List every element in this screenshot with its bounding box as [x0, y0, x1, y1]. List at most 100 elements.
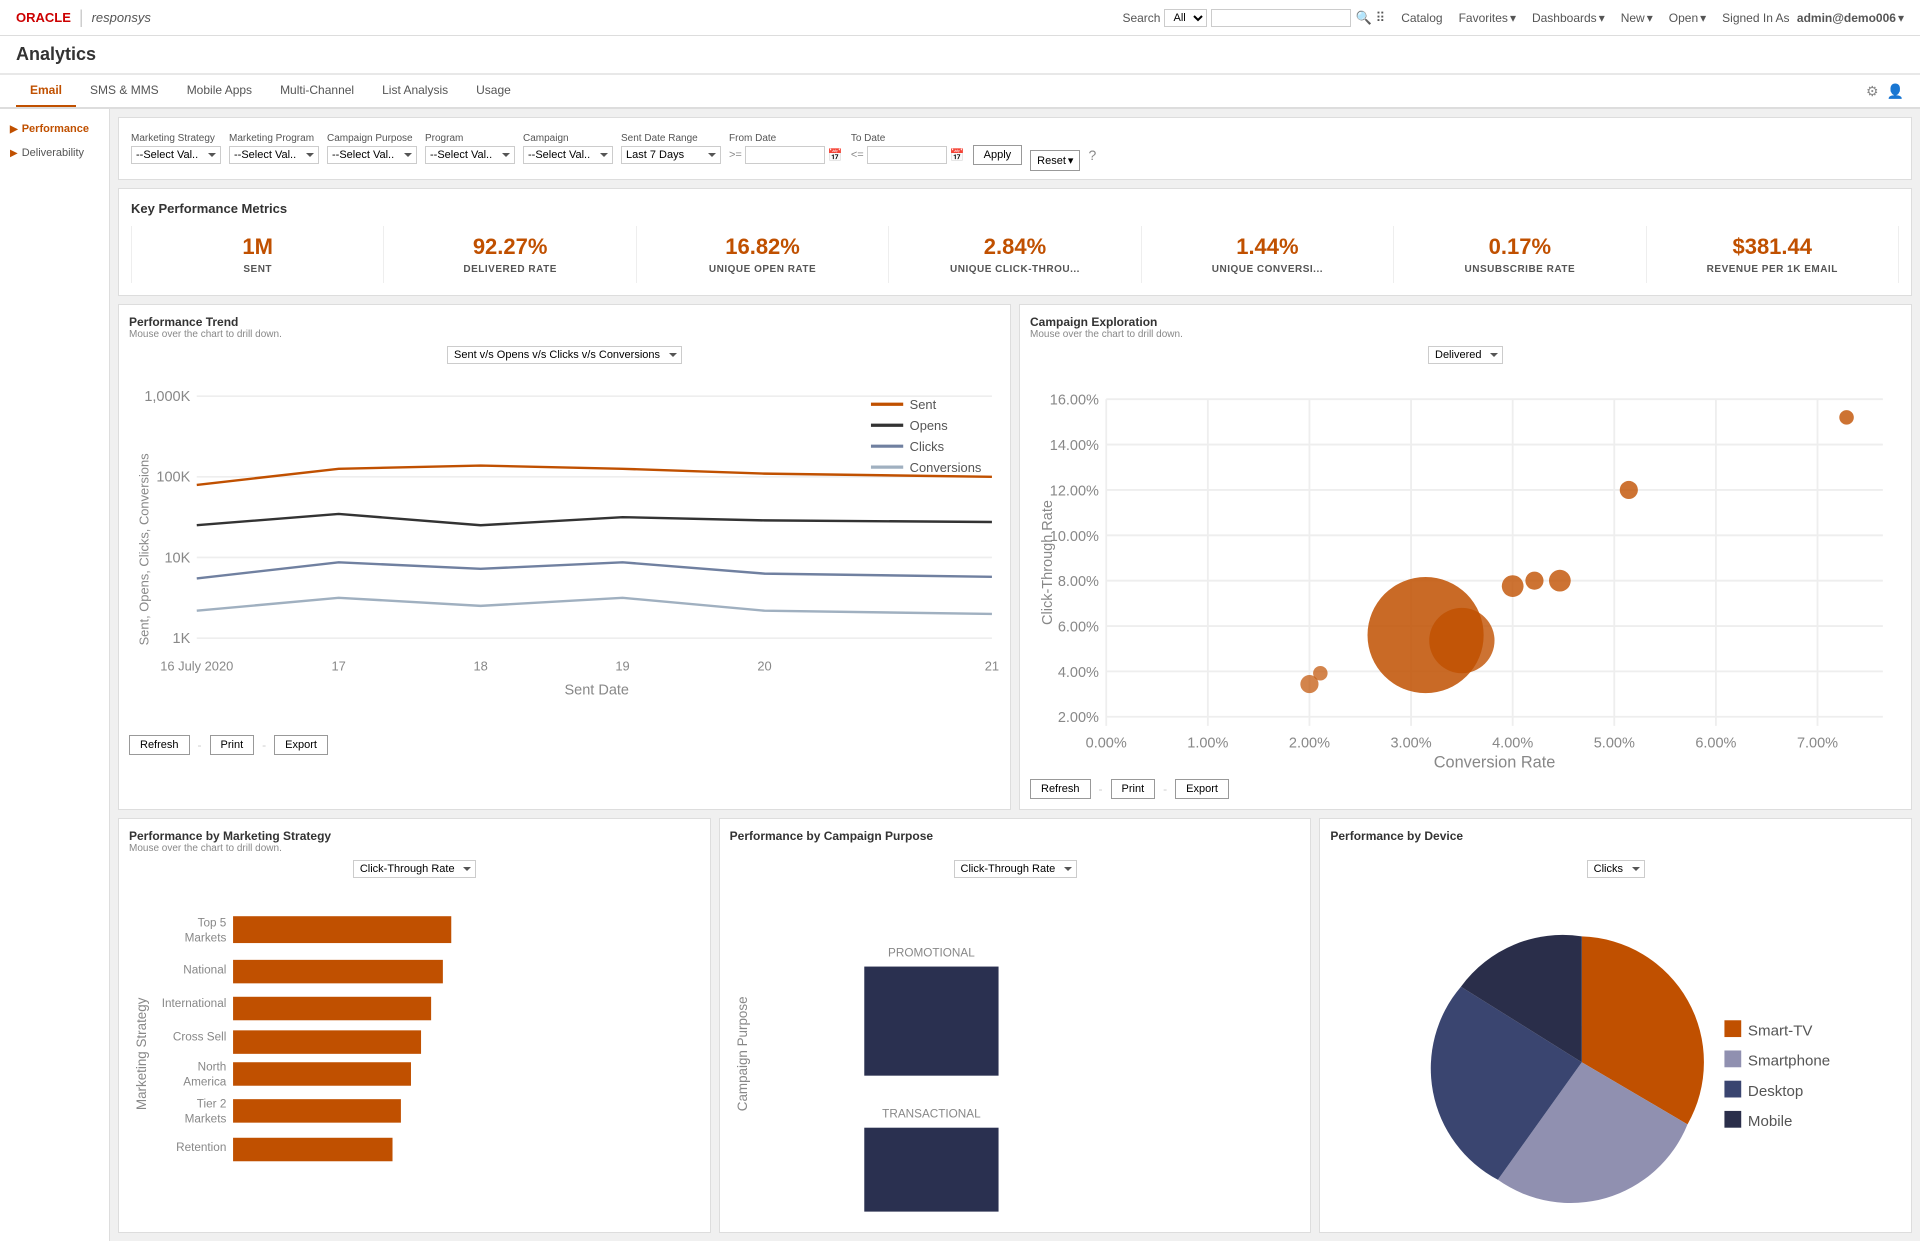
- dashboards-nav[interactable]: Dashboards ▾: [1532, 11, 1605, 25]
- perf-by-strategy-panel: Performance by Marketing Strategy Mouse …: [118, 818, 711, 1233]
- perf-by-strategy-controls: Click-Through Rate: [129, 860, 700, 878]
- search-button[interactable]: 🔍: [1355, 10, 1371, 26]
- filter-marketing-strategy-select[interactable]: --Select Val..: [131, 146, 221, 164]
- sep4: -: [1163, 782, 1167, 796]
- tab-sms-mms[interactable]: SMS & MMS: [76, 75, 173, 107]
- kpi-open-rate: 16.82% UNIQUE OPEN RATE: [637, 226, 889, 283]
- filter-program-select[interactable]: --Select Val..: [425, 146, 515, 164]
- tab-usage[interactable]: Usage: [462, 75, 525, 107]
- kpi-click-thru-label: UNIQUE CLICK-THROU...: [901, 264, 1128, 275]
- perf-by-campaign-dropdown[interactable]: Click-Through Rate: [954, 860, 1077, 878]
- calendar-icon[interactable]: 📅: [828, 148, 843, 162]
- apply-button[interactable]: Apply: [973, 145, 1023, 165]
- kpi-click-thru: 2.84% UNIQUE CLICK-THROU...: [889, 226, 1141, 283]
- svg-text:TRANSACTIONAL: TRANSACTIONAL: [882, 1108, 981, 1121]
- campaign-exploration-panel: Campaign Exploration Mouse over the char…: [1019, 304, 1912, 810]
- favorites-nav[interactable]: Favorites ▾: [1459, 11, 1516, 25]
- kpi-unsub-value: 0.17%: [1406, 234, 1633, 260]
- tab-mobile-apps[interactable]: Mobile Apps: [173, 75, 266, 107]
- filter-campaign-select[interactable]: --Select Val..: [523, 146, 613, 164]
- performance-trend-dropdown[interactable]: Sent v/s Opens v/s Clicks v/s Conversion…: [447, 346, 682, 364]
- sidebar-item-performance[interactable]: ▶ Performance: [0, 117, 109, 141]
- perf-by-campaign-subtitle: [730, 843, 1301, 854]
- campaign-exploration-dropdown[interactable]: Delivered: [1428, 346, 1503, 364]
- tab-list-analysis[interactable]: List Analysis: [368, 75, 462, 107]
- filter-to-date-label: To Date: [851, 133, 965, 144]
- campaign-exploration-title: Campaign Exploration: [1030, 315, 1901, 329]
- svg-text:17: 17: [332, 658, 346, 673]
- reset-chevron: ▾: [1068, 154, 1074, 167]
- svg-text:4.00%: 4.00%: [1492, 736, 1533, 752]
- filter-marketing-strategy: Marketing Strategy --Select Val..: [131, 133, 221, 164]
- svg-text:8.00%: 8.00%: [1058, 574, 1099, 590]
- tab-email[interactable]: Email: [16, 75, 76, 107]
- kpi-delivered-label: DELIVERED RATE: [396, 264, 623, 275]
- svg-text:18: 18: [473, 658, 487, 673]
- campaign-exploration-refresh[interactable]: Refresh: [1030, 779, 1091, 799]
- svg-text:Marketing Strategy: Marketing Strategy: [134, 997, 149, 1110]
- sep3: -: [1099, 782, 1103, 796]
- svg-text:19: 19: [615, 658, 629, 673]
- charts-row: Performance Trend Mouse over the chart t…: [118, 304, 1912, 810]
- svg-text:21: 21: [985, 658, 999, 673]
- kpi-open-rate-value: 16.82%: [649, 234, 876, 260]
- svg-text:16 July 2020: 16 July 2020: [160, 658, 233, 673]
- kpi-grid: 1M SENT 92.27% DELIVERED RATE 16.82% UNI…: [131, 226, 1899, 283]
- new-nav[interactable]: New ▾: [1621, 11, 1653, 25]
- kpi-sent: 1M SENT: [132, 226, 384, 283]
- sidebar-deliverability-label: Deliverability: [22, 147, 84, 159]
- filter-sent-date-range-select[interactable]: Last 7 Days: [621, 146, 721, 164]
- user-icon[interactable]: 👤: [1887, 83, 1904, 100]
- svg-text:National: National: [183, 963, 226, 976]
- kpi-unsub-label: UNSUBSCRIBE RATE: [1406, 264, 1633, 275]
- search-area: Search All 🔍 ⠿: [1122, 9, 1385, 27]
- performance-trend-subtitle: Mouse over the chart to drill down.: [129, 329, 1000, 340]
- svg-text:International: International: [162, 997, 227, 1010]
- performance-trend-chart: 1,000K 100K 10K 1K Sent, Opens, Clicks, …: [129, 372, 1000, 727]
- search-scope-select[interactable]: All: [1164, 9, 1207, 27]
- sep1: -: [198, 738, 202, 752]
- kpi-open-rate-label: UNIQUE OPEN RATE: [649, 264, 876, 275]
- performance-trend-controls: Sent v/s Opens v/s Clicks v/s Conversion…: [129, 346, 1000, 364]
- reset-button[interactable]: Reset ▾: [1030, 150, 1080, 171]
- signed-in-as: Signed In As admin@demo006 ▾: [1722, 11, 1904, 25]
- perf-by-strategy-dropdown[interactable]: Click-Through Rate: [353, 860, 476, 878]
- filter-campaign-purpose-select[interactable]: --Select Val..: [327, 146, 417, 164]
- kpi-conversion-value: 1.44%: [1154, 234, 1381, 260]
- settings-icon[interactable]: ⚙: [1866, 83, 1879, 100]
- svg-text:Sent Date: Sent Date: [565, 683, 630, 699]
- svg-text:Sent: Sent: [910, 397, 937, 412]
- help-icon[interactable]: ?: [1088, 147, 1096, 163]
- app-title-bar: Analytics: [0, 36, 1920, 75]
- filter-marketing-program-select[interactable]: --Select Val..: [229, 146, 319, 164]
- campaign-exploration-subtitle: Mouse over the chart to drill down.: [1030, 329, 1901, 340]
- filter-program: Program --Select Val..: [425, 133, 515, 164]
- catalog-nav[interactable]: Catalog: [1401, 11, 1442, 25]
- logo-area: ORACLE | responsys: [16, 7, 151, 28]
- top-nav: Search All 🔍 ⠿ Catalog Favorites ▾ Dashb…: [1122, 9, 1904, 27]
- perf-by-strategy-chart: Marketing Strategy Top 5 Markets Nationa…: [129, 886, 700, 1222]
- tab-multi-channel[interactable]: Multi-Channel: [266, 75, 368, 107]
- performance-trend-refresh[interactable]: Refresh: [129, 735, 190, 755]
- svg-text:4.00%: 4.00%: [1058, 665, 1099, 681]
- campaign-exploration-export[interactable]: Export: [1175, 779, 1229, 799]
- svg-text:1,000K: 1,000K: [144, 389, 190, 405]
- sidebar-performance-label: Performance: [22, 123, 89, 135]
- performance-trend-export[interactable]: Export: [274, 735, 328, 755]
- search-input[interactable]: [1211, 9, 1351, 27]
- arrow-icon: ▶: [10, 124, 18, 135]
- sidebar-item-deliverability[interactable]: ▶ Deliverability: [0, 141, 109, 165]
- perf-by-device-dropdown[interactable]: Clicks: [1587, 860, 1645, 878]
- svg-text:Click-Through Rate: Click-Through Rate: [1040, 500, 1056, 625]
- filter-to-date-input[interactable]: [867, 146, 947, 164]
- calendar-icon-2[interactable]: 📅: [950, 148, 965, 162]
- perf-by-campaign-panel: Performance by Campaign Purpose Click-Th…: [719, 818, 1312, 1233]
- perf-by-campaign-controls: Click-Through Rate: [730, 860, 1301, 878]
- performance-trend-print[interactable]: Print: [210, 735, 255, 755]
- open-nav[interactable]: Open ▾: [1669, 11, 1706, 25]
- filter-from-date-input[interactable]: [745, 146, 825, 164]
- kpi-unsub: 0.17% UNSUBSCRIBE RATE: [1394, 226, 1646, 283]
- perf-by-device-subtitle: [1330, 843, 1901, 854]
- kpi-sent-label: SENT: [144, 264, 371, 275]
- campaign-exploration-print[interactable]: Print: [1111, 779, 1156, 799]
